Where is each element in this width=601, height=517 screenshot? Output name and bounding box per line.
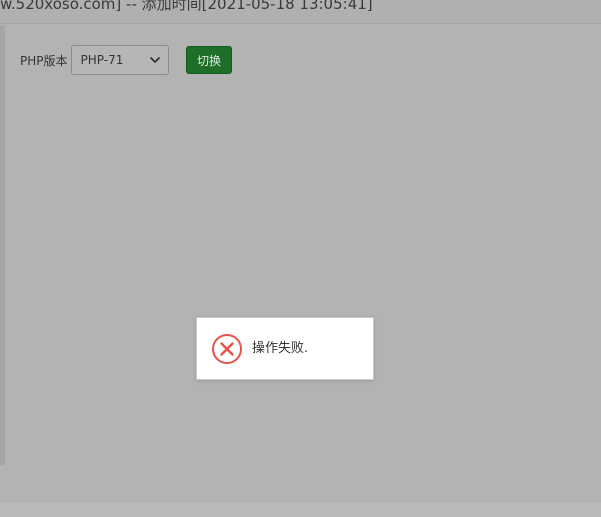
php-version-select[interactable]: PHP-71 (70, 45, 169, 75)
window-title-bar: w.520xoso.com] -- 添加时间[2021-05-18 13:05:… (0, 0, 601, 24)
window-title: w.520xoso.com] -- 添加时间[2021-05-18 13:05:… (0, 0, 373, 13)
error-icon (212, 334, 242, 364)
bottom-panel-edge (0, 503, 601, 517)
toast-message: 操作失败. (252, 341, 309, 356)
switch-button[interactable]: 切换 (186, 46, 232, 74)
error-toast: 操作失败. (196, 317, 374, 380)
chevron-down-icon (149, 57, 160, 63)
php-version-label: PHP版本 (20, 53, 68, 68)
php-version-selected: PHP-71 (80, 53, 124, 67)
left-panel-edge (0, 25, 5, 465)
php-version-row: PHP版本 PHP-71 (20, 44, 169, 76)
